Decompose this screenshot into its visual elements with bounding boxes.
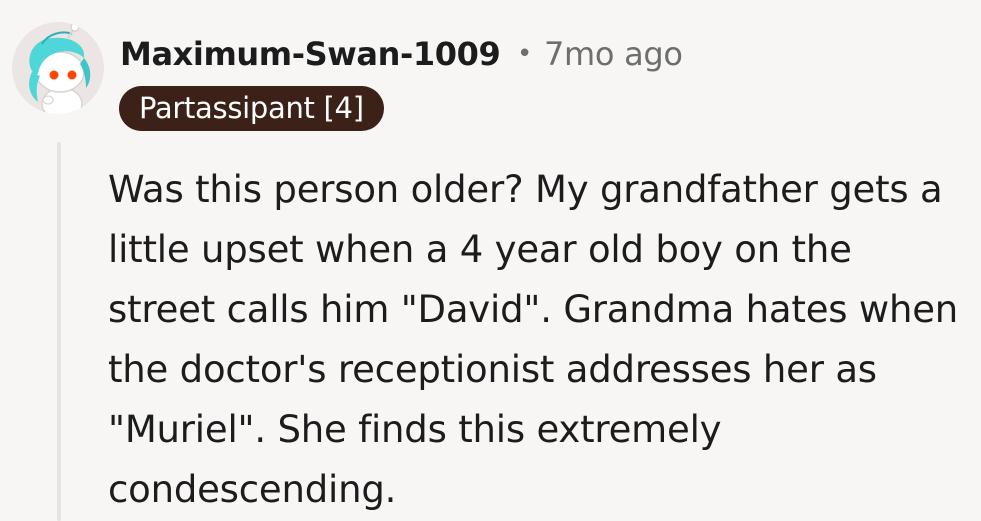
comment: Maximum-Swan-1009 • 7mo ago Partassipant… [0, 0, 981, 521]
comment-body-line: little upset when a 4 year old boy on th… [108, 228, 852, 271]
user-flair: Partassipant [4] [119, 86, 384, 131]
comment-body-line: condescending. [108, 468, 397, 511]
comment-author[interactable]: Maximum-Swan-1009 [120, 34, 501, 74]
comment-body: Was this person older? My grandfather ge… [108, 160, 968, 520]
snoo-avatar-icon [29, 22, 91, 114]
comment-body-line: Was this person older? My grandfather ge… [108, 168, 943, 211]
thread-collapse-line[interactable] [57, 142, 61, 521]
comment-body-line: "Muriel". She finds this extremely [108, 408, 722, 451]
user-avatar[interactable] [12, 22, 104, 114]
comment-body-line: the doctor's receptionist addresses her … [108, 348, 877, 391]
comment-body-line: street calls him "David". Grandma hates … [108, 288, 959, 331]
comment-timestamp[interactable]: 7mo ago [544, 34, 683, 74]
meta-separator: • [517, 39, 533, 69]
